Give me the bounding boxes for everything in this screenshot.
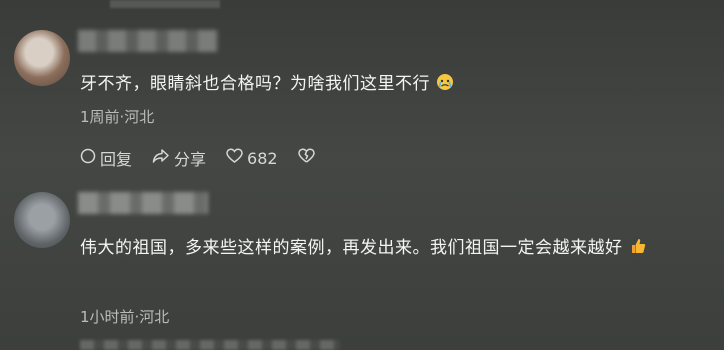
comment-text: 伟大的祖国，多来些这样的案例，再发出来。我们祖国一定会越来越好	[80, 234, 710, 264]
blurred-username[interactable]	[78, 192, 208, 214]
like-count: 682	[247, 148, 278, 168]
blurred-username[interactable]	[78, 30, 218, 52]
blurred-previous-content	[110, 0, 220, 8]
dislike-button[interactable]	[297, 148, 319, 168]
heart-icon	[226, 148, 247, 168]
thumbs-up-icon	[629, 236, 647, 264]
crying-face-icon	[436, 72, 454, 100]
reply-icon	[80, 148, 100, 168]
blurred-next-content	[80, 340, 340, 350]
share-icon	[152, 148, 174, 168]
like-button[interactable]: 682	[226, 148, 278, 168]
comment-time-location: 1周前·河北	[80, 108, 155, 126]
comment-time-location: 1小时前·河北	[80, 308, 170, 326]
avatar[interactable]	[14, 192, 70, 248]
share-button[interactable]: 分享	[152, 146, 206, 170]
avatar[interactable]	[14, 30, 70, 86]
comment-actions: 回复 分享 682	[80, 146, 339, 170]
broken-heart-icon	[297, 148, 319, 168]
comment-text: 牙不齐，眼睛斜也合格吗？为啥我们这里不行	[80, 70, 710, 100]
reply-button[interactable]: 回复	[80, 146, 132, 170]
